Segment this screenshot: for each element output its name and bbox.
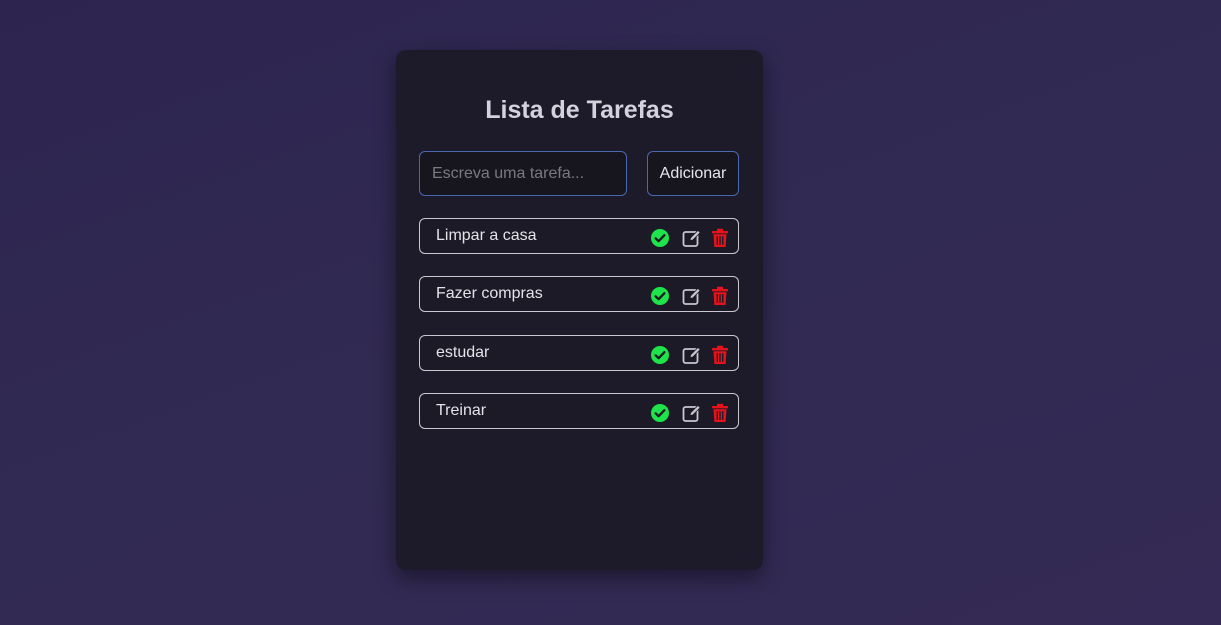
task-item: Treinar — [419, 393, 739, 429]
task-item: Fazer compras — [419, 276, 739, 312]
task-input[interactable] — [419, 151, 627, 196]
edit-icon[interactable] — [682, 228, 702, 248]
edit-icon[interactable] — [682, 286, 702, 306]
todo-card: Lista de Tarefas Adicionar Limpar a casa… — [396, 50, 763, 570]
check-circle-icon[interactable] — [650, 345, 670, 365]
trash-icon[interactable] — [711, 228, 731, 248]
task-label: Fazer compras — [436, 285, 543, 302]
trash-icon[interactable] — [711, 403, 731, 423]
check-circle-icon[interactable] — [650, 403, 670, 423]
check-circle-icon[interactable] — [650, 286, 670, 306]
trash-icon[interactable] — [711, 345, 731, 365]
task-item: estudar — [419, 335, 739, 371]
add-task-button[interactable]: Adicionar — [647, 151, 739, 196]
task-label: Treinar — [436, 402, 487, 419]
edit-icon[interactable] — [682, 403, 702, 423]
task-label: estudar — [436, 344, 490, 361]
page-title: Lista de Tarefas — [485, 96, 674, 124]
task-item: Limpar a casa — [419, 218, 739, 254]
task-label: Limpar a casa — [436, 227, 537, 244]
edit-icon[interactable] — [682, 345, 702, 365]
trash-icon[interactable] — [711, 286, 731, 306]
check-circle-icon[interactable] — [650, 228, 670, 248]
